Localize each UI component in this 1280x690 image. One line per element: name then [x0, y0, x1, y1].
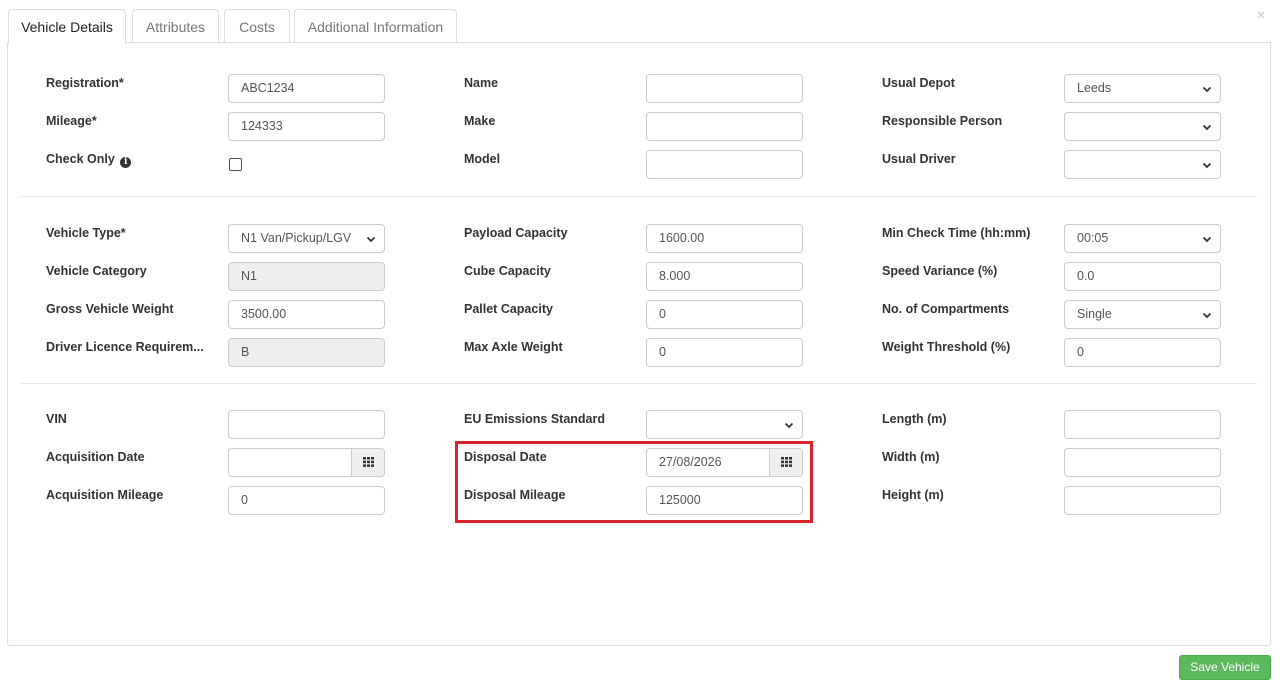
payload-capacity-input[interactable]: 1600.00 — [646, 224, 803, 253]
pallet-capacity-input[interactable]: 0 — [646, 300, 803, 329]
acquisition-date-picker — [228, 448, 385, 477]
registration-label: Registration* — [46, 76, 124, 90]
eu-emissions-select[interactable] — [646, 410, 803, 439]
compartments-label: No. of Compartments — [882, 302, 1010, 316]
registration-input[interactable]: ABC1234 — [228, 74, 385, 103]
chevron-down-icon — [1202, 124, 1212, 131]
tab-attributes[interactable]: Attributes — [132, 9, 219, 43]
gross-vehicle-weight-input[interactable]: 3500.00 — [228, 300, 385, 329]
vin-input[interactable] — [228, 410, 385, 439]
acquisition-date-input[interactable] — [229, 449, 352, 476]
cube-capacity-input[interactable]: 8.000 — [646, 262, 803, 291]
make-input[interactable] — [646, 112, 803, 141]
usual-driver-label: Usual Driver — [882, 152, 956, 166]
tab-costs[interactable]: Costs — [224, 9, 290, 43]
height-label: Height (m) — [882, 488, 944, 502]
acquisition-mileage-label: Acquisition Mileage — [46, 488, 164, 502]
payload-capacity-label: Payload Capacity — [464, 226, 568, 240]
min-check-time-select[interactable]: 00:05 — [1064, 224, 1221, 253]
make-label: Make — [464, 114, 496, 128]
calendar-grid-icon — [363, 457, 374, 467]
driver-licence-field: B — [228, 338, 385, 367]
eu-emissions-label: EU Emissions Standard — [464, 412, 606, 426]
save-vehicle-button[interactable]: Save Vehicle — [1179, 655, 1271, 680]
weight-threshold-label: Weight Threshold (%) — [882, 340, 1011, 354]
vehicle-type-select[interactable]: N1 Van/Pickup/LGV — [228, 224, 385, 253]
compartments-value: Single — [1077, 307, 1112, 321]
acquisition-date-calendar-button[interactable] — [351, 449, 384, 476]
driver-licence-label: Driver Licence Requirem... — [46, 340, 204, 354]
weight-threshold-input[interactable]: 0 — [1064, 338, 1221, 367]
usual-depot-label: Usual Depot — [882, 76, 955, 90]
section-divider — [20, 383, 1257, 384]
model-input[interactable] — [646, 150, 803, 179]
usual-depot-value: Leeds — [1077, 81, 1112, 95]
compartments-select[interactable]: Single — [1064, 300, 1221, 329]
model-label: Model — [464, 152, 501, 166]
tab-vehicle-details[interactable]: Vehicle Details — [8, 9, 126, 44]
chevron-down-icon — [366, 236, 376, 243]
speed-variance-label: Speed Variance (%) — [882, 264, 998, 278]
pallet-capacity-label: Pallet Capacity — [464, 302, 553, 316]
chevron-down-icon — [1202, 312, 1212, 319]
vehicle-type-label: Vehicle Type* — [46, 226, 126, 240]
tab-additional-information[interactable]: Additional Information — [294, 9, 457, 43]
width-label: Width (m) — [882, 450, 940, 464]
check-only-text: Check Only — [46, 152, 115, 166]
speed-variance-input[interactable]: 0.0 — [1064, 262, 1221, 291]
vehicle-type-value: N1 Van/Pickup/LGV — [241, 231, 352, 245]
responsible-person-label: Responsible Person — [882, 114, 1003, 128]
check-only-label: Check Only i — [46, 151, 132, 168]
max-axle-weight-input[interactable]: 0 — [646, 338, 803, 367]
cube-capacity-label: Cube Capacity — [464, 264, 551, 278]
responsible-person-select[interactable] — [1064, 112, 1221, 141]
chevron-down-icon — [784, 422, 794, 429]
gross-vehicle-weight-label: Gross Vehicle Weight — [46, 302, 174, 316]
vehicle-category-label: Vehicle Category — [46, 264, 147, 278]
mileage-input[interactable]: 124333 — [228, 112, 385, 141]
length-label: Length (m) — [882, 412, 947, 426]
min-check-time-value: 00:05 — [1077, 231, 1109, 245]
min-check-time-label: Min Check Time (hh:mm) — [882, 226, 1031, 240]
usual-driver-select[interactable] — [1064, 150, 1221, 179]
acquisition-mileage-input[interactable]: 0 — [228, 486, 385, 515]
check-only-checkbox[interactable] — [229, 158, 242, 171]
name-input[interactable] — [646, 74, 803, 103]
max-axle-weight-label: Max Axle Weight — [464, 340, 563, 354]
width-input[interactable] — [1064, 448, 1221, 477]
chevron-down-icon — [1202, 162, 1212, 169]
vin-label: VIN — [46, 412, 67, 426]
vehicle-category-field: N1 — [228, 262, 385, 291]
name-label: Name — [464, 76, 499, 90]
acquisition-date-label: Acquisition Date — [46, 450, 145, 464]
usual-depot-select[interactable]: Leeds — [1064, 74, 1221, 103]
chevron-down-icon — [1202, 86, 1212, 93]
mileage-label: Mileage* — [46, 114, 97, 128]
highlight-box — [455, 441, 813, 523]
close-icon[interactable]: × — [1254, 8, 1268, 24]
height-input[interactable] — [1064, 486, 1221, 515]
length-input[interactable] — [1064, 410, 1221, 439]
section-divider — [20, 196, 1257, 197]
info-circle-icon[interactable]: i — [120, 157, 132, 168]
chevron-down-icon — [1202, 236, 1212, 243]
